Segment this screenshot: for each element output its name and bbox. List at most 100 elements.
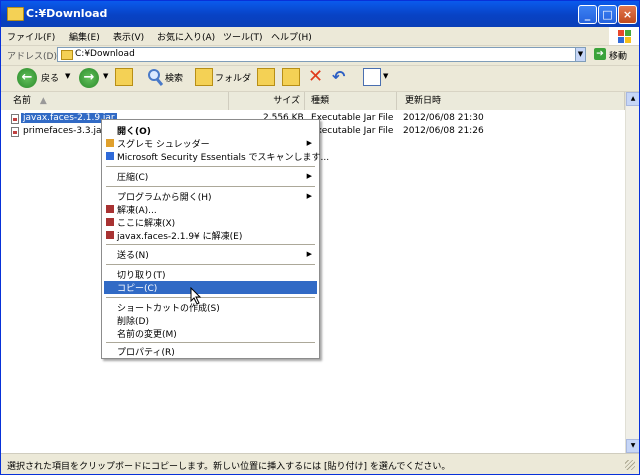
context-item-label: javax.faces-2.1.9¥ に解凍(E) [117, 232, 243, 242]
submenu-arrow-icon: ▶ [306, 192, 312, 200]
forward-dropdown-icon[interactable]: ▼ [103, 72, 108, 80]
column-name-label: 名前 [13, 96, 32, 106]
status-bar: 選択された項目をクリップボードにコピーします。新しい位置に挿入するには [貼り付… [1, 453, 639, 474]
vertical-scrollbar[interactable]: ▲ ▼ [625, 92, 639, 453]
back-button[interactable]: ← [17, 68, 37, 88]
go-arrow-icon: ➔ [594, 48, 606, 60]
address-input[interactable]: C:¥Download [57, 47, 585, 62]
file-type: Executable Jar File [311, 113, 394, 123]
context-item-open-with[interactable]: プログラムから開く(H) ▶ [104, 190, 317, 203]
context-item-label: 切り取り(T) [117, 271, 166, 281]
title-bar[interactable]: C:¥Download _ □ × [1, 1, 639, 27]
forward-arrow-icon: → [79, 68, 99, 88]
menu-edit[interactable]: 編集(E) [69, 30, 100, 43]
toolbar: ← 戻る ▼ → ▼ 検索 フォルダ ✕ ↶ ▼ [1, 65, 639, 92]
column-header-size[interactable]: サイズ [229, 92, 305, 110]
context-item-open[interactable]: 開く(O) [104, 124, 317, 137]
file-modified: 2012/06/08 21:30 [403, 113, 484, 123]
up-folder-button[interactable] [115, 68, 133, 86]
go-label: 移動 [609, 52, 628, 62]
views-icon[interactable] [363, 68, 381, 86]
menu-favorites[interactable]: お気に入り(A) [157, 30, 215, 43]
column-header-name[interactable]: 名前 ▲ [1, 92, 229, 110]
context-item-shredder[interactable]: スグレモ シュレッダー ▶ [104, 137, 317, 150]
context-menu: 開く(O) スグレモ シュレッダー ▶ Microsoft Security Es… [101, 119, 329, 359]
back-label: 戻る [41, 74, 60, 84]
context-item-label: ショートカットの作成(S) [117, 304, 220, 314]
folders-label: フォルダ [215, 74, 252, 84]
context-item-copy[interactable]: コピー(C) [104, 281, 317, 294]
context-item-extract[interactable]: 解凍(A)... [104, 203, 317, 216]
menu-help[interactable]: ヘルプ(H) [271, 30, 312, 43]
sort-ascending-icon: ▲ [39, 96, 47, 106]
context-item-create-shortcut[interactable]: ショートカットの作成(S) [104, 301, 317, 314]
submenu-arrow-icon: ▶ [306, 172, 312, 180]
address-label: アドレス(D) [7, 52, 57, 62]
views-dropdown-icon[interactable]: ▼ [383, 72, 388, 80]
archive-icon [106, 231, 114, 239]
resize-grip-icon[interactable] [625, 460, 635, 470]
search-icon [148, 69, 164, 86]
move-to-icon[interactable] [257, 68, 275, 86]
submenu-arrow-icon: ▶ [306, 139, 312, 147]
archive-icon [106, 205, 114, 213]
submenu-arrow-icon: ▶ [306, 250, 312, 258]
copy-to-icon[interactable] [282, 68, 300, 86]
maximize-button[interactable]: □ [598, 5, 617, 24]
column-header-modified[interactable]: 更新日時 [397, 92, 625, 110]
undo-icon[interactable]: ↶ [332, 68, 345, 86]
context-item-extract-here[interactable]: ここに解凍(X) [104, 216, 317, 229]
menu-tools[interactable]: ツール(T) [223, 30, 263, 43]
context-item-extract-to[interactable]: javax.faces-2.1.9¥ に解凍(E) [104, 229, 317, 242]
folders-icon[interactable] [195, 68, 213, 86]
column-modified-label: 更新日時 [405, 96, 442, 106]
context-item-label: 削除(D) [117, 317, 149, 327]
jar-file-icon [11, 127, 19, 137]
close-button[interactable]: × [618, 5, 637, 24]
menu-separator [106, 297, 315, 298]
address-dropdown-button[interactable]: ▼ [575, 47, 586, 62]
minimize-button[interactable]: _ [578, 5, 597, 24]
folder-icon [61, 50, 73, 60]
delete-icon[interactable]: ✕ [308, 68, 323, 86]
scroll-down-icon[interactable]: ▼ [626, 439, 639, 453]
column-type-label: 種類 [311, 96, 330, 106]
folder-icon [7, 7, 24, 21]
forward-button[interactable]: → [79, 68, 99, 88]
menu-separator [106, 244, 315, 245]
column-headers: 名前 ▲ サイズ 種類 更新日時 [1, 92, 625, 111]
menu-file[interactable]: ファイル(F) [7, 30, 55, 43]
back-dropdown-icon[interactable]: ▼ [65, 72, 70, 80]
column-header-type[interactable]: 種類 [305, 92, 397, 110]
context-item-label: スグレモ シュレッダー [117, 140, 210, 150]
context-item-label: 解凍(A)... [117, 206, 157, 216]
window-title: C:¥Download [26, 7, 108, 20]
address-bar: アドレス(D) C:¥Download ▼ ➔ 移動 [1, 45, 639, 66]
menu-view[interactable]: 表示(V) [113, 30, 144, 43]
file-name[interactable]: primefaces-3.3.jar [23, 126, 105, 136]
search-button[interactable] [147, 68, 164, 89]
context-item-properties[interactable]: プロパティ(R) [104, 345, 317, 358]
context-item-send-to[interactable]: 送る(N) ▶ [104, 248, 317, 261]
scroll-up-icon[interactable]: ▲ [626, 92, 639, 106]
back-arrow-icon: ← [17, 68, 37, 88]
archive-icon [106, 218, 114, 226]
search-label: 検索 [165, 74, 184, 84]
context-item-label: 送る(N) [117, 251, 149, 261]
context-item-rename[interactable]: 名前の変更(M) [104, 327, 317, 340]
context-item-compress[interactable]: 圧縮(C) ▶ [104, 170, 317, 183]
context-item-label: プロパティ(R) [117, 348, 175, 358]
mouse-pointer-icon [190, 287, 202, 305]
shredder-icon [106, 139, 114, 147]
menu-separator [106, 342, 315, 343]
context-item-mse-scan[interactable]: Microsoft Security Essentials でスキャンします..… [104, 150, 329, 163]
context-item-label: 名前の変更(M) [117, 330, 177, 340]
address-value: C:¥Download [75, 49, 135, 59]
status-text: 選択された項目をクリップボードにコピーします。新しい位置に挿入するには [貼り付… [7, 462, 451, 472]
context-item-label: Microsoft Security Essentials でスキャンします..… [117, 153, 330, 163]
context-item-cut[interactable]: 切り取り(T) [104, 268, 317, 281]
context-item-label: プログラムから開く(H) [117, 193, 212, 203]
context-item-delete[interactable]: 削除(D) [104, 314, 317, 327]
column-size-label: サイズ [273, 96, 300, 106]
file-modified: 2012/06/08 21:26 [403, 126, 484, 136]
